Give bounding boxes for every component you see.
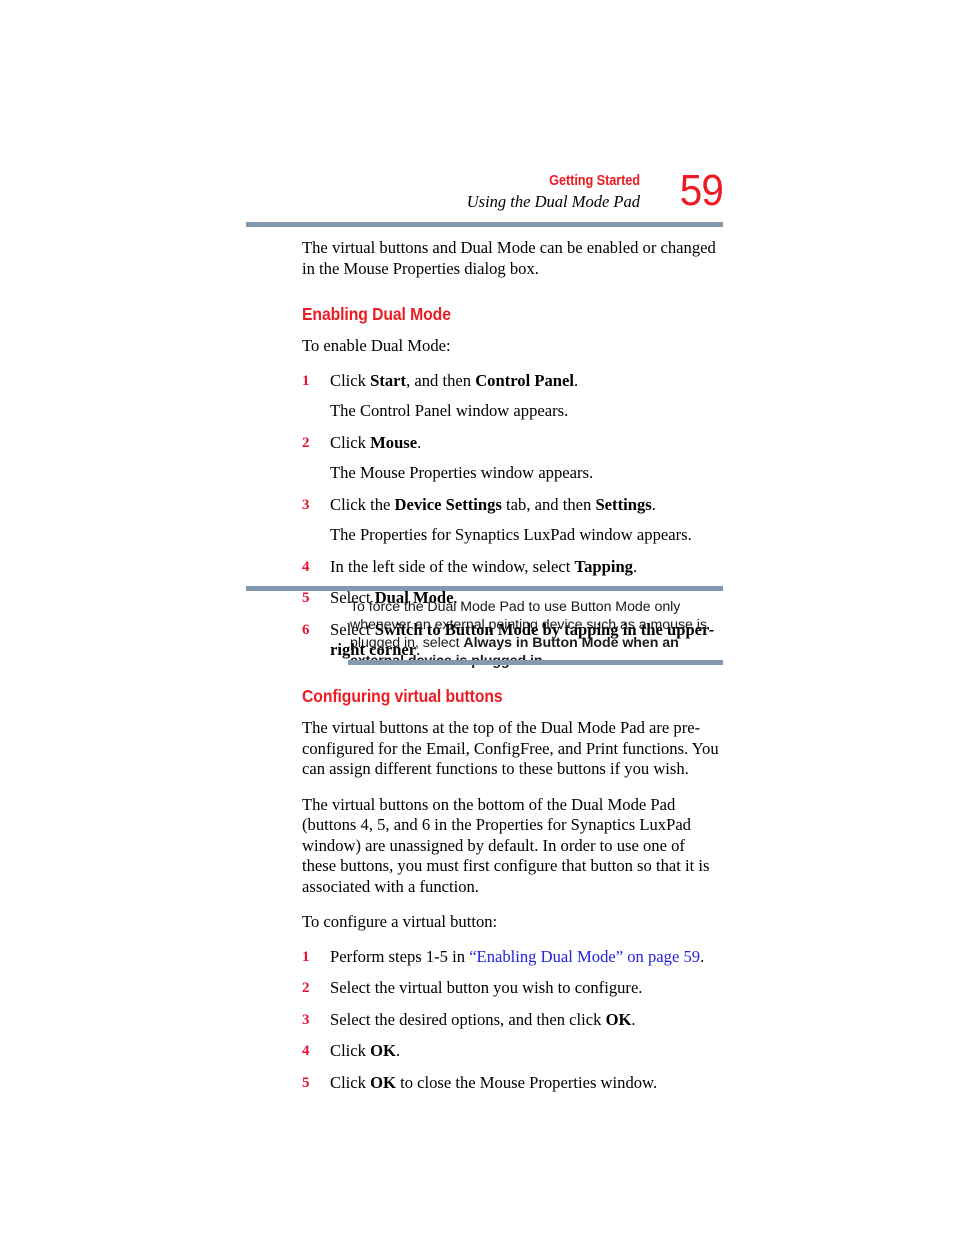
step-text: Select the desired options, and then cli… [330, 1010, 636, 1029]
step-number: 6 [302, 621, 310, 638]
main-content-lower: Configuring virtual buttons The virtual … [302, 686, 723, 1093]
text-run: tab, and then [501, 494, 596, 514]
text-run: Click [330, 370, 371, 390]
step-item: 1 Perform steps 1-5 in “Enabling Dual Mod… [302, 947, 723, 968]
heading-enabling-dual-mode: Enabling Dual Mode [302, 304, 451, 324]
bold-run: OK [370, 1072, 396, 1092]
step-item: 2 Select the virtual button you wish to c… [302, 978, 723, 999]
step-item: 4 In the left side of the window, select … [302, 557, 723, 578]
header-divider-rule [246, 222, 723, 227]
page-number: 59 [679, 166, 724, 215]
text-run: . [417, 432, 422, 452]
step-item: 3 Select the desired options, and then cl… [302, 1010, 723, 1031]
step-text: Select the virtual button you wish to co… [330, 978, 642, 997]
text-run: . [395, 1041, 401, 1060]
step-number: 1 [302, 372, 310, 389]
bold-run: OK [370, 1041, 396, 1060]
step-number: 3 [302, 1011, 310, 1028]
step-text: In the left side of the window, select T… [330, 557, 637, 576]
step-text: Click OK to close the Mouse Properties w… [330, 1073, 657, 1092]
bold-run: Tapping [574, 556, 633, 576]
step-item: 1 Click Start, and then Control Panel. [302, 371, 723, 392]
header-section-title: Using the Dual Mode Pad [466, 192, 640, 211]
enabling-lead-in: To enable Dual Mode: [302, 336, 451, 355]
note-top-rule [246, 586, 723, 591]
step-number: 1 [302, 948, 310, 965]
step-number: 5 [302, 590, 310, 606]
step-number: 4 [302, 558, 310, 575]
text-run: . [651, 494, 656, 514]
text-run: . [632, 556, 638, 576]
bold-run: OK [605, 1009, 632, 1029]
step-text: Perform steps 1-5 in “Enabling Dual Mode… [330, 947, 704, 966]
cross-reference-link[interactable]: “Enabling Dual Mode” on page 59 [469, 947, 700, 966]
configuring-steps-list: 1 Perform steps 1-5 in “Enabling Dual Mod… [302, 947, 723, 1094]
text-run: Click [330, 1041, 371, 1060]
bold-run: Device Settings [394, 494, 502, 514]
text-run: Click [330, 1072, 371, 1092]
text-run: . [700, 946, 705, 966]
step-result-text: The Control Panel window appears. [330, 401, 569, 420]
step-number: 2 [302, 434, 310, 451]
bold-run: Mouse [370, 432, 418, 452]
configuring-lead-in: To configure a virtual button: [302, 912, 498, 931]
text-run: Click [330, 432, 371, 452]
text-run: Perform steps 1-5 in [330, 946, 470, 966]
document-page: Getting Started Using the Dual Mode Pad … [0, 0, 954, 1235]
configuring-paragraph-2: The virtual buttons on the bottom of the… [302, 794, 710, 896]
running-header: Getting Started Using the Dual Mode Pad … [246, 167, 724, 224]
step-text: Click the Device Settings tab, and then … [330, 495, 656, 514]
bold-run: Control Panel [475, 370, 574, 390]
step-result-text: The Mouse Properties window appears. [330, 463, 594, 482]
intro-paragraph: The virtual buttons and Dual Mode can be… [302, 238, 716, 278]
heading-configuring-virtual-buttons: Configuring virtual buttons [302, 686, 503, 706]
step-item: 5 Click OK to close the Mouse Properties … [302, 1073, 723, 1094]
text-run: Click the [330, 494, 395, 514]
text-run: In the left side of the window, select [330, 556, 575, 576]
bold-run: Start [370, 370, 407, 390]
configuring-paragraph-1: The virtual buttons at the top of the Du… [302, 718, 719, 778]
step-number: 5 [302, 1074, 310, 1091]
bold-run: Settings [595, 494, 652, 514]
step-text: Click OK. [330, 1041, 400, 1060]
step-item: 3 Click the Device Settings tab, and then… [302, 495, 723, 516]
step-number: 4 [302, 1043, 310, 1059]
text-run: Select the virtual button you wish to co… [330, 978, 643, 997]
step-item: 2 Click Mouse. [302, 433, 723, 454]
text-run: to close the Mouse Properties window. [395, 1072, 658, 1092]
note-bottom-rule [348, 660, 723, 665]
text-run: , and then [406, 370, 476, 390]
step-number: 3 [302, 496, 310, 513]
step-result-text: The Properties for Synaptics LuxPad wind… [330, 525, 692, 544]
step-number: 2 [302, 980, 310, 996]
text-run: Select the desired options, and then cli… [330, 1009, 606, 1029]
step-item: 4 Click OK. [302, 1041, 723, 1062]
header-chapter-title: Getting Started [549, 173, 640, 189]
step-text: Click Start, and then Control Panel. [330, 371, 578, 390]
step-text: Click Mouse. [330, 433, 421, 452]
text-run: . [573, 370, 579, 390]
header-text-block: Getting Started Using the Dual Mode Pad [310, 172, 640, 213]
text-run: . [631, 1009, 636, 1029]
